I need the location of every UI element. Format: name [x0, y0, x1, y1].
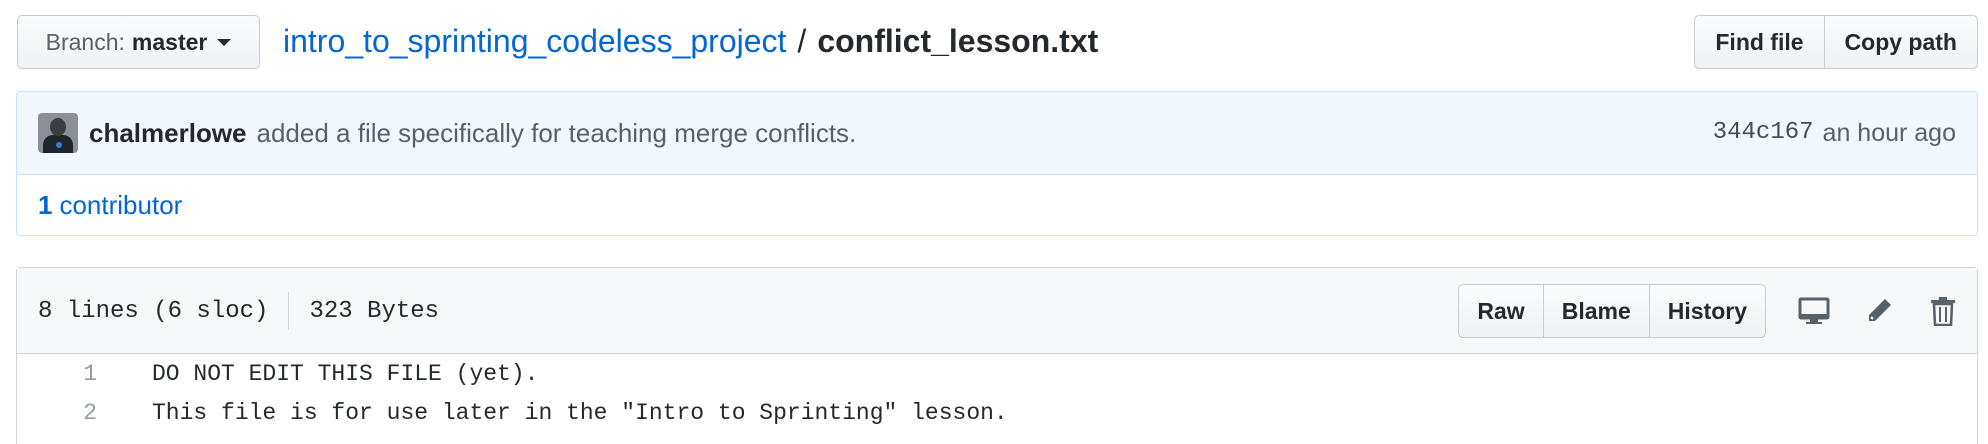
file-box: 8 lines (6 sloc) 323 Bytes Raw Blame His…: [16, 267, 1978, 444]
commit-message[interactable]: added a file specifically for teaching m…: [257, 118, 857, 149]
desktop-icon[interactable]: [1796, 293, 1832, 329]
contributor-count: 1: [38, 189, 53, 220]
file-size: 323 Bytes: [309, 297, 440, 325]
divider: [288, 292, 290, 330]
file-button-group: Raw Blame History: [1458, 284, 1766, 338]
file-navigation: Branch: master intro_to_sprinting_codele…: [0, 0, 1988, 88]
line-number[interactable]: 2: [17, 400, 97, 426]
branch-name: master: [131, 28, 208, 55]
line-code: This file is for use later in the "Intro…: [152, 399, 1008, 426]
contributors-link[interactable]: 1 contributor: [16, 174, 1978, 236]
code-line: 2 This file is for use later in the "Int…: [17, 393, 1977, 432]
breadcrumb-separator: /: [797, 22, 807, 59]
line-code: DO NOT EDIT THIS FILE (yet).: [152, 360, 539, 387]
file-header: 8 lines (6 sloc) 323 Bytes Raw Blame His…: [17, 268, 1977, 354]
line-number[interactable]: 1: [17, 361, 97, 387]
path-actions: Find file Copy path: [1694, 15, 1978, 69]
repo-link[interactable]: intro_to_sprinting_codeless_project: [283, 23, 786, 60]
file-name: conflict_lesson.txt: [817, 22, 1099, 59]
file-info: 8 lines (6 sloc) 323 Bytes: [38, 268, 439, 354]
file-content: 1 DO NOT EDIT THIS FILE (yet). 2 This fi…: [17, 354, 1977, 432]
contributor-label: contributor: [59, 189, 183, 220]
history-button[interactable]: History: [1648, 284, 1766, 338]
breadcrumb: intro_to_sprinting_codeless_project / co…: [283, 18, 1098, 64]
branch-select-button[interactable]: Branch: master: [17, 15, 260, 69]
branch-label: Branch:: [45, 28, 125, 55]
code-line: 1 DO NOT EDIT THIS FILE (yet).: [17, 354, 1977, 393]
commit-tease: chalmerlowe added a file specifically fo…: [16, 91, 1978, 175]
file-lines-info: 8 lines (6 sloc): [38, 297, 269, 325]
copy-path-button[interactable]: Copy path: [1823, 15, 1978, 69]
raw-button[interactable]: Raw: [1458, 284, 1544, 338]
caret-down-icon: [217, 38, 232, 46]
commit-time: an hour ago: [1822, 118, 1956, 147]
find-file-button[interactable]: Find file: [1694, 15, 1825, 69]
avatar[interactable]: [38, 113, 78, 153]
blame-button[interactable]: Blame: [1542, 284, 1650, 338]
commit-meta: 344c167 an hour ago: [1713, 119, 1956, 148]
commit-author-link[interactable]: chalmerlowe: [89, 118, 247, 149]
trash-icon[interactable]: [1925, 293, 1961, 329]
pencil-icon[interactable]: [1861, 293, 1897, 329]
commit-sha-link[interactable]: 344c167: [1713, 119, 1814, 148]
